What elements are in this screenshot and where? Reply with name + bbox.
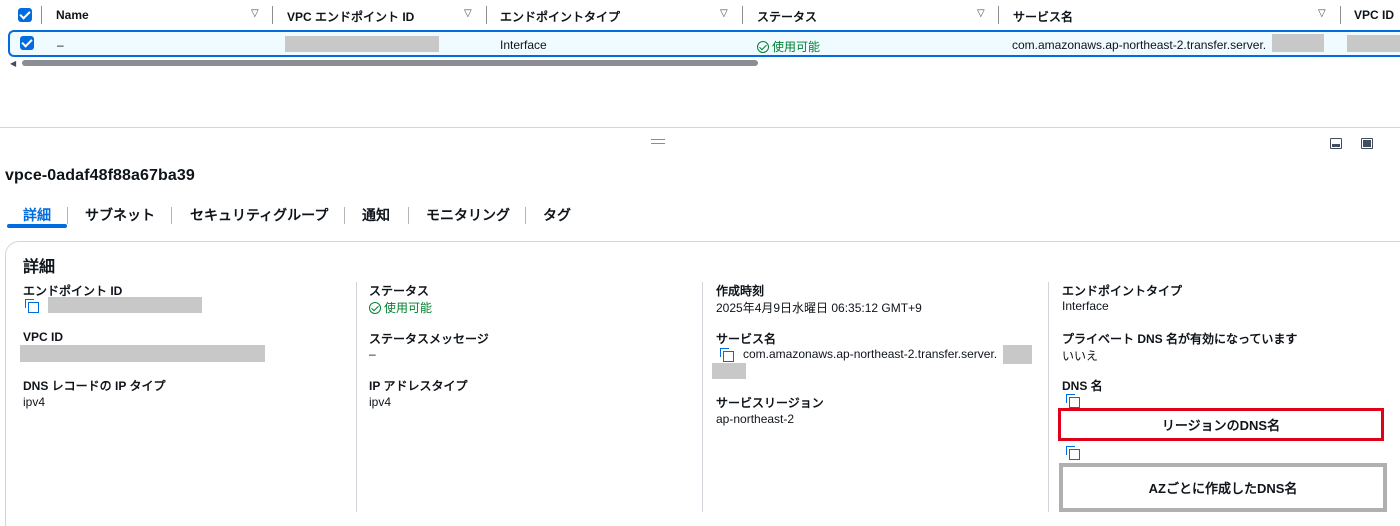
tab-notifications[interactable]: 通知 [362, 205, 390, 225]
regional-dns-annotation: リージョンのDNS名 [1058, 408, 1384, 441]
sort-icon[interactable]: ▽ [464, 8, 472, 19]
ip-address-type-value: ipv4 [369, 395, 392, 409]
tab-separator [525, 207, 526, 224]
pane-bottom-icon[interactable] [1330, 138, 1342, 149]
column-separator[interactable] [1340, 6, 1341, 24]
column-separator[interactable] [742, 6, 743, 24]
tab-separator [67, 207, 68, 224]
dns-name-label: DNS 名 [1062, 379, 1103, 393]
copy-icon[interactable] [1066, 394, 1080, 408]
tab-monitoring[interactable]: モニタリング [426, 205, 510, 225]
redacted-service-suffix [1003, 345, 1032, 364]
column-separator[interactable] [272, 6, 273, 24]
tab-separator [344, 207, 345, 224]
drag-handle-icon[interactable] [651, 139, 665, 144]
row-checkbox[interactable] [20, 36, 34, 50]
sort-icon[interactable]: ▽ [1318, 8, 1326, 19]
private-dns-value: いいえ [1062, 349, 1099, 363]
row-endpoint-type: Interface [500, 38, 547, 52]
row-status-label: 使用可能 [772, 40, 821, 54]
redacted-service-suffix [1272, 34, 1324, 52]
column-header-vpc-id[interactable]: VPC ID [1354, 8, 1394, 22]
dns-record-ip-type-label: DNS レコードの IP タイプ [23, 379, 166, 393]
tab-separator [408, 207, 409, 224]
status-message-label: ステータスメッセージ [369, 332, 489, 346]
row-service-name: com.amazonaws.ap-northeast-2.transfer.se… [1012, 38, 1267, 52]
column-divider [356, 282, 357, 512]
az-dns-annotation: AZごとに作成したDNS名 [1059, 463, 1387, 512]
column-separator[interactable] [486, 6, 487, 24]
horizontal-scrollbar[interactable] [22, 60, 758, 66]
column-header-service-name[interactable]: サービス名 [1013, 8, 1073, 25]
tab-tags[interactable]: タグ [543, 205, 571, 225]
split-divider [0, 127, 1400, 128]
dns-record-ip-type-value: ipv4 [23, 395, 46, 409]
column-header-endpoint-id[interactable]: VPC エンドポイント ID [287, 8, 414, 25]
status-value: 使用可能 [369, 299, 432, 316]
column-header-endpoint-type[interactable]: エンドポイントタイプ [500, 8, 620, 25]
tab-security-groups[interactable]: セキュリティグループ [190, 205, 328, 225]
column-header-status[interactable]: ステータス [757, 8, 817, 25]
endpoint-type-value: Interface [1062, 299, 1109, 313]
row-status: 使用可能 [757, 38, 820, 55]
status-label: ステータス [369, 284, 430, 298]
copy-icon[interactable] [1066, 446, 1080, 460]
page-title: vpce-0adaf48f88a67ba39 [5, 167, 195, 184]
check-circle-icon [757, 41, 769, 53]
redacted-endpoint-id [285, 36, 439, 52]
column-separator[interactable] [998, 6, 999, 24]
endpoint-type-label: エンドポイントタイプ [1062, 284, 1183, 298]
select-all-checkbox[interactable] [18, 8, 32, 22]
service-name-label: サービス名 [716, 332, 777, 346]
private-dns-label: プライベート DNS 名が有効になっています [1062, 332, 1298, 346]
column-divider [702, 282, 703, 512]
column-header-name[interactable]: Name [56, 8, 89, 22]
created-label: 作成時刻 [716, 284, 765, 298]
service-region-value: ap-northeast-2 [716, 412, 795, 426]
copy-icon[interactable] [25, 299, 39, 313]
created-value: 2025年4月9日水曜日 06:35:12 GMT+9 [716, 301, 922, 315]
column-separator [41, 6, 42, 24]
redacted-endpoint-id [48, 297, 202, 313]
check-circle-icon [369, 302, 381, 314]
table-header: Name ▽ VPC エンドポイント ID ▽ エンドポイントタイプ ▽ ステー… [0, 0, 1400, 30]
column-divider [1048, 282, 1049, 512]
scroll-left-arrow-icon[interactable]: ◀ [10, 59, 16, 68]
redacted-vpc-id [1347, 35, 1400, 52]
tab-separator [171, 207, 172, 224]
tab-subnets[interactable]: サブネット [85, 205, 155, 225]
status-message-value: – [369, 347, 376, 361]
redacted-service-suffix [712, 363, 746, 379]
active-tab-indicator [7, 224, 67, 228]
table-row[interactable]: – Interface 使用可能 com.amazonaws.ap-northe… [8, 30, 1400, 57]
vpc-id-label: VPC ID [23, 330, 64, 344]
redacted-vpc-id [20, 345, 265, 362]
service-region-label: サービスリージョン [716, 396, 824, 410]
sort-icon[interactable]: ▽ [720, 8, 728, 19]
copy-icon[interactable] [720, 348, 734, 362]
pane-full-icon[interactable] [1361, 138, 1373, 149]
sort-icon[interactable]: ▽ [977, 8, 985, 19]
row-name: – [57, 38, 64, 52]
section-title: 詳細 [23, 259, 56, 276]
status-text: 使用可能 [384, 301, 433, 315]
sort-icon[interactable]: ▽ [251, 8, 259, 19]
tab-details[interactable]: 詳細 [23, 205, 51, 225]
service-name-value: com.amazonaws.ap-northeast-2.transfer.se… [743, 347, 998, 361]
ip-address-type-label: IP アドレスタイプ [369, 379, 468, 393]
